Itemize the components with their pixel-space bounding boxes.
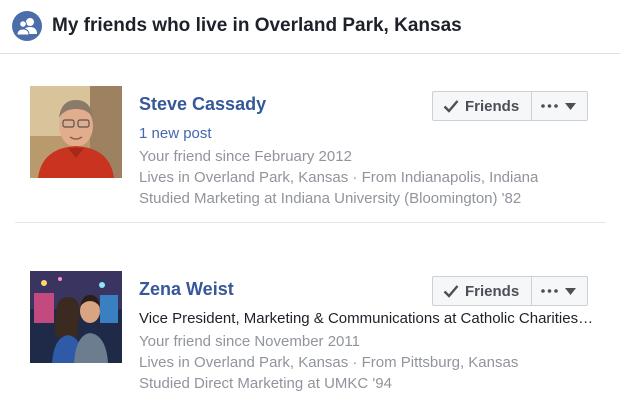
friend-name[interactable]: Zena Weist	[139, 279, 234, 300]
studied-text: Studied Direct Marketing at UMKC '94	[139, 375, 392, 392]
friend-since-text: Your friend since November 2011	[139, 333, 360, 350]
more-options-button[interactable]	[532, 277, 587, 305]
friend-actions: Friends	[432, 276, 588, 306]
profile-photo[interactable]	[30, 271, 122, 363]
chevron-down-icon	[565, 103, 576, 110]
page-title: My friends who live in Overland Park, Ka…	[52, 15, 462, 36]
checkmark-icon	[443, 285, 459, 298]
chevron-down-icon	[565, 288, 576, 295]
more-dots-icon	[541, 104, 558, 108]
lives-in-text: Lives in Overland Park, Kansas · From In…	[139, 169, 539, 186]
friend-name[interactable]: Steve Cassady	[139, 94, 266, 115]
new-post-link[interactable]: 1 new post	[139, 125, 212, 142]
section-header: My friends who live in Overland Park, Ka…	[0, 0, 620, 54]
friends-button-label: Friends	[465, 98, 520, 115]
lives-in-text: Lives in Overland Park, Kansas · From Pi…	[139, 354, 519, 371]
profile-photo[interactable]	[30, 86, 122, 178]
friends-button[interactable]: Friends	[433, 277, 532, 305]
work-text: Vice President, Marketing & Communicatio…	[139, 310, 595, 327]
friends-group-icon	[12, 11, 42, 41]
checkmark-icon	[443, 100, 459, 113]
friend-since-text: Your friend since February 2012	[139, 148, 352, 165]
divider	[15, 222, 606, 223]
studied-text: Studied Marketing at Indiana University …	[139, 190, 522, 207]
friends-button-label: Friends	[465, 283, 520, 300]
friend-actions: Friends	[432, 91, 588, 121]
more-options-button[interactable]	[532, 92, 587, 120]
friends-button[interactable]: Friends	[433, 92, 532, 120]
more-dots-icon	[541, 289, 558, 293]
